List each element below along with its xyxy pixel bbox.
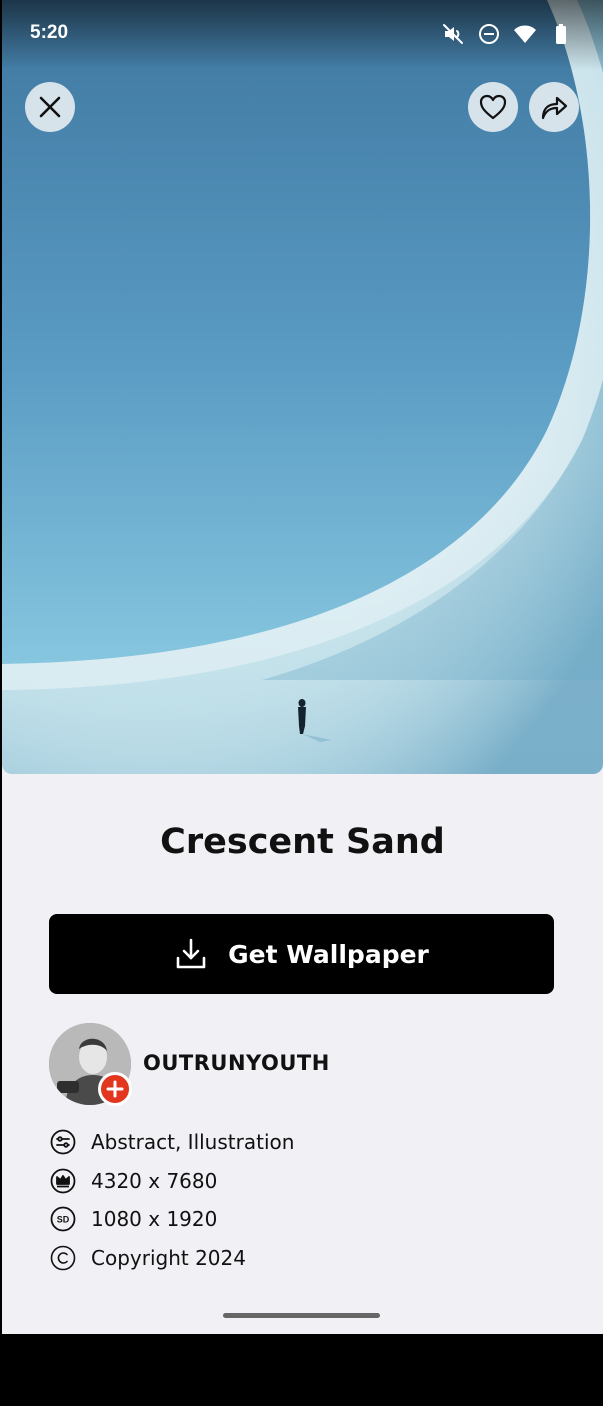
svg-text:SD: SD xyxy=(57,1215,70,1225)
follow-button[interactable] xyxy=(98,1072,132,1106)
detail-copyright: Copyright 2024 xyxy=(49,1242,246,1274)
detail-categories-text: Abstract, Illustration xyxy=(91,1130,295,1154)
categories-icon xyxy=(49,1128,77,1156)
favorite-button[interactable] xyxy=(468,82,518,132)
plus-icon xyxy=(106,1080,124,1098)
status-time: 5:20 xyxy=(30,22,69,43)
detail-categories: Abstract, Illustration xyxy=(49,1126,294,1158)
detail-sd-resolution-text: 1080 x 1920 xyxy=(91,1207,218,1231)
dnd-icon xyxy=(477,22,501,46)
share-icon xyxy=(541,96,568,120)
close-icon xyxy=(39,96,61,118)
mute-icon xyxy=(441,22,465,46)
heart-icon xyxy=(479,94,507,120)
sd-icon: SD xyxy=(49,1205,77,1233)
get-wallpaper-button[interactable]: Get Wallpaper xyxy=(49,914,554,994)
detail-original-resolution-text: 4320 x 7680 xyxy=(91,1169,218,1193)
battery-icon xyxy=(549,22,573,46)
detail-sd-resolution: SD 1080 x 1920 xyxy=(49,1203,217,1235)
detail-copyright-text: Copyright 2024 xyxy=(91,1246,246,1270)
author-name[interactable]: OUTRUNYOUTH xyxy=(143,1051,330,1075)
wallpaper-detail-screen: 5:20 Crescent Sand Get Wallpaper OUTRUNY… xyxy=(2,0,603,1334)
status-bar: 5:20 xyxy=(2,0,603,70)
copyright-icon xyxy=(49,1244,77,1272)
crown-icon xyxy=(49,1167,77,1195)
detail-original-resolution: 4320 x 7680 xyxy=(49,1165,217,1197)
wifi-icon xyxy=(513,22,537,46)
download-icon xyxy=(176,938,206,969)
close-button[interactable] xyxy=(25,82,75,132)
home-indicator[interactable] xyxy=(223,1313,380,1318)
get-wallpaper-label: Get Wallpaper xyxy=(228,939,429,969)
share-button[interactable] xyxy=(529,82,579,132)
author-row[interactable]: OUTRUNYOUTH xyxy=(49,1023,449,1106)
wallpaper-title: Crescent Sand xyxy=(160,822,445,862)
